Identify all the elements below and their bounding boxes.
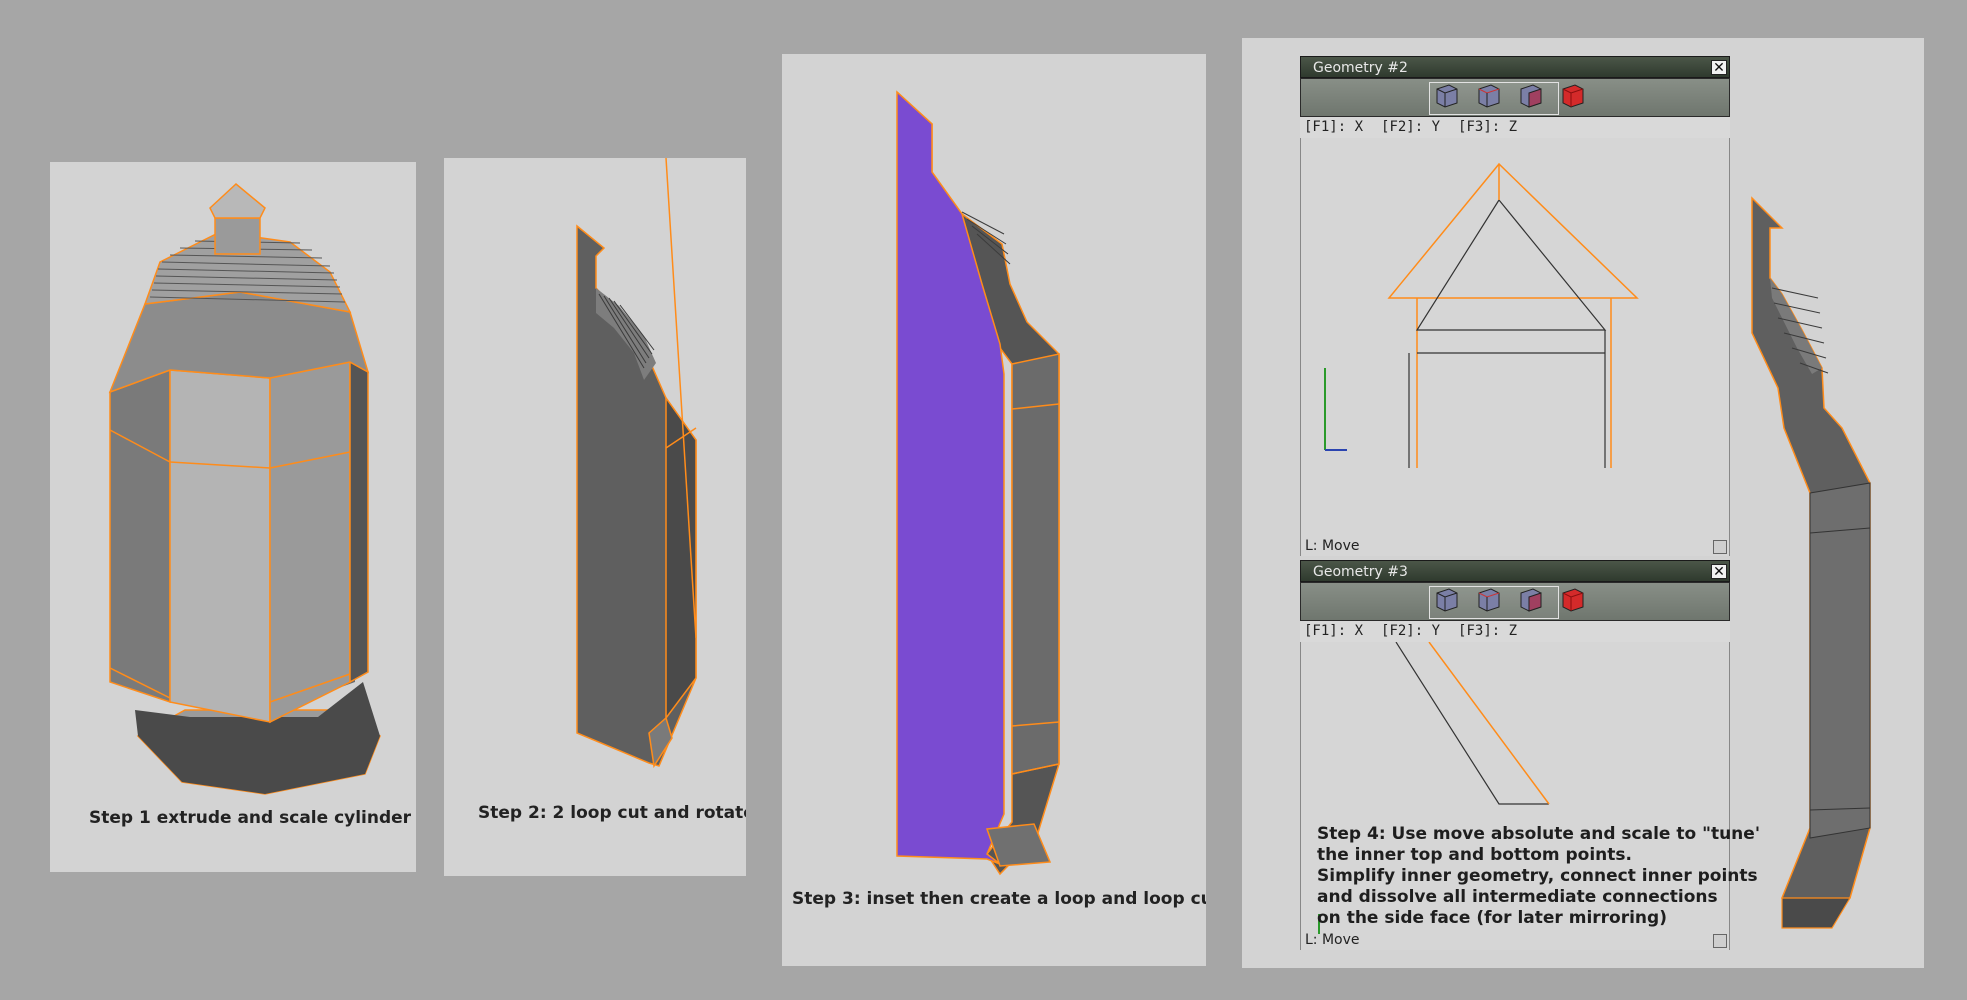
geometry-2-wireframe [1324,162,1639,468]
geometry-2-title: Geometry #2 [1313,60,1408,76]
step4-panel: Geometry #2 ✕ [F1]: X [F2]: Y [F3]: Z L:… [1242,38,1924,968]
step2-mesh-render [576,158,697,769]
active-cube-icon[interactable] [1557,583,1589,615]
geometry-2-window[interactable]: Geometry #2 ✕ [F1]: X [F2]: Y [F3]: Z L:… [1300,56,1730,556]
key-y-label: [F2]: Y [1381,623,1441,639]
axis-gizmo-icon [1324,368,1347,451]
geometry-2-titlebar[interactable]: Geometry #2 ✕ [1300,56,1730,78]
resize-grip-icon[interactable] [1713,934,1727,948]
key-z-label: [F3]: Z [1458,623,1518,639]
note-line: and dissolve all intermediate connection… [1317,887,1718,907]
view-cube-icon[interactable] [1431,583,1463,615]
key-y-label: [F2]: Y [1381,119,1441,135]
geometry-3-axis-keys: [F1]: X [F2]: Y [F3]: Z [1304,623,1535,639]
step3-caption: Step 3: inset then create a loop and loo… [792,889,1206,909]
key-z-label: [F3]: Z [1458,119,1518,135]
geometry-2-viewport[interactable]: L: Move [1300,138,1730,556]
geometry-3-titlebar[interactable]: Geometry #3 ✕ [1300,560,1730,582]
step1-caption: Step 1 extrude and scale cylinder [89,808,412,828]
note-line: the inner top and bottom points. [1317,845,1632,865]
geometry-3-window[interactable]: Geometry #3 ✕ [F1]: X [F2]: Y [F3]: Z Step… [1300,560,1760,950]
view-cube-icon[interactable] [1473,79,1505,111]
view-cube-icon[interactable] [1431,79,1463,111]
geometry-3-title: Geometry #3 [1313,564,1408,580]
close-icon[interactable]: ✕ [1711,564,1727,579]
geometry-2-axis-keys: [F1]: X [F2]: Y [F3]: Z [1304,119,1535,135]
note-line: on the side face (for later mirroring) [1317,908,1667,928]
step3-mesh-render [896,90,1060,876]
resize-grip-icon[interactable] [1713,540,1727,554]
step4-mesh-render [1751,196,1871,929]
geometry-2-status: L: Move [1305,538,1360,554]
geometry-3-status: L: Move [1305,932,1360,948]
close-icon[interactable]: ✕ [1711,60,1727,75]
note-line: Simplify inner geometry, connect inner p… [1317,866,1758,886]
key-x-label: [F1]: X [1304,119,1364,135]
step2-caption: Step 2: 2 loop cut and rotate [478,803,746,823]
step1-mesh-render [108,183,381,795]
active-cube-icon[interactable] [1557,79,1589,111]
step2-panel: Step 2: 2 loop cut and rotate [444,158,746,876]
view-cube-icon[interactable] [1515,79,1547,111]
step1-panel: Step 1 extrude and scale cylinder [50,162,416,872]
view-cube-icon[interactable] [1515,583,1547,615]
geometry-3-viewport[interactable]: Step 4: Use move absolute and scale to "… [1300,642,1760,950]
key-x-label: [F1]: X [1304,623,1364,639]
note-line: Step 4: Use move absolute and scale to "… [1317,824,1761,844]
step3-panel: Step 3: inset then create a loop and loo… [782,54,1206,966]
step4-note: Step 4: Use move absolute and scale to "… [1317,824,1760,929]
view-cube-icon[interactable] [1473,583,1505,615]
geometry-2-toolbar [1300,78,1730,117]
geometry-3-toolbar [1300,582,1730,621]
